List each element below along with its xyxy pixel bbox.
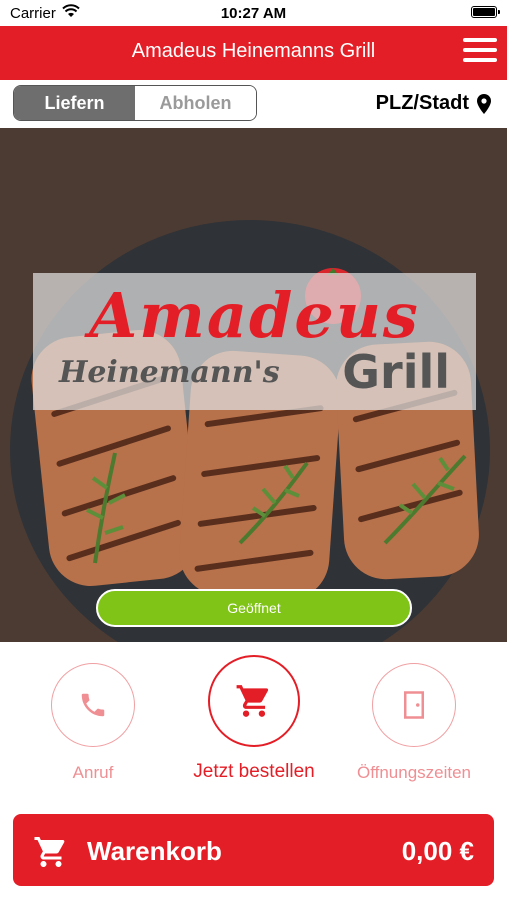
location-label: PLZ/Stadt — [375, 92, 469, 114]
opening-hours-label: Öffnungszeiten — [356, 763, 472, 782]
clock: 10:27 AM — [220, 5, 287, 22]
open-status-button[interactable]: Geöffnet — [96, 589, 412, 627]
cart-total: 0,00 € — [401, 836, 474, 866]
hamburger-menu-icon[interactable] — [463, 38, 497, 66]
action-row: Anruf Jetzt bestellen Öffnungszeiten — [0, 650, 507, 800]
opening-hours-action[interactable]: Öffnungszeiten — [334, 663, 494, 783]
logo-subtitle: Heinemann's — [59, 355, 280, 390]
rosemary-image — [238, 461, 309, 545]
cart-icon — [34, 837, 65, 867]
restaurant-logo: Amadeus Heinemann's Grill — [33, 273, 476, 410]
rosemary-image — [86, 452, 126, 564]
call-label: Anruf — [72, 763, 114, 782]
order-now-action[interactable]: Jetzt bestellen — [174, 655, 334, 783]
opening-hours-button[interactable] — [372, 663, 456, 747]
call-action[interactable]: Anruf — [13, 663, 173, 783]
location-selector[interactable]: PLZ/Stadt — [376, 92, 491, 115]
restaurant-title: Amadeus Heinemanns Grill — [131, 40, 376, 62]
status-bar: Carrier 10:27 AM — [0, 0, 507, 26]
battery-icon — [471, 6, 500, 18]
tab-liefern[interactable]: Liefern — [14, 86, 135, 120]
order-now-button[interactable] — [208, 655, 300, 747]
door-icon — [404, 691, 424, 719]
cart-button[interactable]: Warenkorb 0,00 € — [13, 814, 494, 886]
tab-abholen[interactable]: Abholen — [135, 86, 256, 120]
call-button[interactable] — [51, 663, 135, 747]
hero-image: Amadeus Heinemann's Grill Geöffnet — [0, 128, 507, 642]
order-now-label: Jetzt bestellen — [193, 761, 315, 782]
phone-icon — [81, 693, 105, 717]
delivery-pickup-toggle: Liefern Abholen — [13, 85, 257, 121]
logo-wordmark: Amadeus — [89, 279, 420, 352]
cart-icon — [236, 685, 269, 717]
logo-grill-text: Grill — [342, 345, 450, 399]
cart-label: Warenkorb — [87, 836, 222, 866]
map-pin-icon — [477, 93, 491, 114]
rosemary-image — [383, 454, 467, 545]
order-mode-bar: Liefern Abholen PLZ/Stadt — [0, 80, 507, 128]
app-header: Amadeus Heinemanns Grill — [0, 26, 507, 80]
